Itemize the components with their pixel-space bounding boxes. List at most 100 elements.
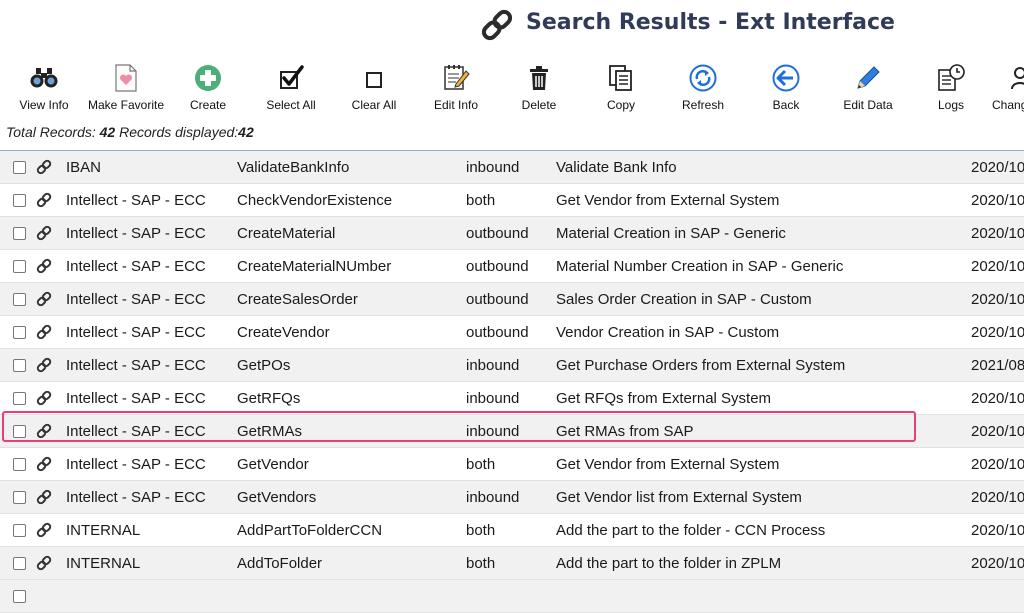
link-icon[interactable] (35, 257, 53, 275)
cell-date: 2021/08 (971, 357, 1024, 374)
cell-date: 2020/10 (971, 192, 1024, 209)
table-row[interactable]: Intellect - SAP - ECC CheckVendorExistenc… (0, 184, 1024, 217)
checked-box-icon (280, 65, 304, 89)
page-title: Search Results - Ext Interface (526, 10, 895, 35)
logs-button[interactable]: Logs (909, 58, 993, 116)
cell-date: 2020/10 (971, 390, 1024, 407)
link-icon[interactable] (35, 224, 53, 242)
cell-name[interactable]: CreateVendor (237, 324, 330, 341)
row-checkbox[interactable] (13, 557, 26, 570)
pencil-icon (857, 66, 880, 89)
table-row[interactable]: Intellect - SAP - ECC GetVendors inbound Ge… (0, 481, 1024, 514)
row-checkbox[interactable] (13, 392, 26, 405)
cell-system: IBAN (66, 159, 102, 176)
cell-direction: both (466, 456, 496, 473)
cell-direction: inbound (466, 390, 520, 407)
cell-name[interactable]: CreateMaterialNUmber (237, 258, 391, 275)
select-all-button[interactable]: Select All (249, 58, 333, 116)
link-icon[interactable] (35, 356, 53, 374)
row-checkbox[interactable] (13, 194, 26, 207)
cell-direction: inbound (466, 489, 520, 506)
link-icon[interactable] (35, 191, 53, 209)
row-checkbox[interactable] (13, 326, 26, 339)
link-icon[interactable] (35, 422, 53, 440)
cell-system: Intellect - SAP - ECC (66, 357, 206, 374)
cell-name[interactable]: GetRFQs (237, 390, 300, 407)
cell-name[interactable]: AddToFolder (237, 555, 322, 572)
cell-description: Add the part to the folder in ZPLM (556, 555, 782, 572)
edit-data-button[interactable]: Edit Data (826, 58, 910, 116)
edit-info-button[interactable]: Edit Info (414, 58, 498, 116)
binoculars-icon (30, 68, 58, 88)
cell-date: 2020/10 (971, 291, 1024, 308)
row-checkbox[interactable] (13, 293, 26, 306)
cell-date: 2020/10 (971, 324, 1024, 341)
cell-name[interactable]: CreateMaterial (237, 225, 335, 242)
link-icon[interactable] (35, 521, 53, 539)
table-row[interactable]: Intellect - SAP - ECC GetVendor both Get Ve… (0, 448, 1024, 481)
table-row[interactable]: Intellect - SAP - ECC CreateVendor outboun… (0, 316, 1024, 349)
cell-direction: inbound (466, 159, 520, 176)
cell-description: Get Vendor from External System (556, 192, 780, 209)
cell-system: Intellect - SAP - ECC (66, 258, 206, 275)
copy-icon (609, 65, 632, 91)
cell-description: Get Vendor from External System (556, 456, 780, 473)
row-checkbox[interactable] (13, 359, 26, 372)
cell-system: Intellect - SAP - ECC (66, 489, 206, 506)
table-row[interactable]: Intellect - SAP - ECC CreateMaterialNUmbe… (0, 250, 1024, 283)
cell-direction: outbound (466, 291, 529, 308)
link-icon[interactable] (35, 323, 53, 341)
cell-description: Material Creation in SAP - Generic (556, 225, 786, 242)
link-icon[interactable] (35, 488, 53, 506)
cell-name[interactable]: CreateSalesOrder (237, 291, 358, 308)
cell-description: Get RMAs from SAP (556, 423, 694, 440)
cell-system: INTERNAL (66, 522, 141, 539)
change-button[interactable]: Chang (984, 58, 1024, 116)
table-row[interactable]: IBAN ValidateBankInfo inbound Validate Bank… (0, 151, 1024, 184)
cell-description: Material Number Creation in SAP - Generi… (556, 258, 844, 275)
cell-system: Intellect - SAP - ECC (66, 225, 206, 242)
table-row[interactable]: Intellect - SAP - ECC CreateMaterial outbo… (0, 217, 1024, 250)
cell-name[interactable]: ValidateBankInfo (237, 159, 349, 176)
row-checkbox[interactable] (13, 524, 26, 537)
link-icon[interactable] (35, 554, 53, 572)
table-row[interactable]: Intellect - SAP - ECC GetRFQs inbound Get R… (0, 382, 1024, 415)
cell-name[interactable]: CheckVendorExistence (237, 192, 392, 209)
cell-description: Get RFQs from External System (556, 390, 772, 407)
table-row[interactable]: INTERNAL AddToFolder both Add the part to t… (0, 547, 1024, 580)
row-checkbox[interactable] (13, 491, 26, 504)
refresh-button[interactable]: Refresh (661, 58, 745, 116)
edit-note-icon (444, 65, 470, 90)
cell-date: 2020/10 (971, 423, 1024, 440)
table-row[interactable]: Intellect - SAP - ECC GetRMAs inbound Get R… (0, 415, 1024, 448)
trash-icon (530, 66, 548, 90)
row-checkbox[interactable] (13, 590, 26, 603)
row-checkbox[interactable] (13, 227, 26, 240)
cell-direction: inbound (466, 357, 520, 374)
link-icon[interactable] (35, 455, 53, 473)
row-checkbox[interactable] (13, 458, 26, 471)
cell-system: Intellect - SAP - ECC (66, 456, 206, 473)
link-icon[interactable] (35, 158, 53, 176)
cell-system: Intellect - SAP - ECC (66, 324, 206, 341)
cell-name[interactable]: GetPOs (237, 357, 290, 374)
cell-direction: inbound (466, 423, 520, 440)
table-row[interactable]: INTERNAL AddPartToFolderCCN both Add the pa… (0, 514, 1024, 547)
create-button[interactable]: Create (166, 58, 250, 116)
table-row[interactable]: Intellect - SAP - ECC CreateSalesOrder out… (0, 283, 1024, 316)
link-icon[interactable] (35, 290, 53, 308)
cell-system: Intellect - SAP - ECC (66, 423, 206, 440)
row-checkbox[interactable] (13, 260, 26, 273)
row-checkbox[interactable] (13, 161, 26, 174)
table-row[interactable]: Intellect - SAP - ECC GetPOs inbound Get Pu… (0, 349, 1024, 382)
cell-name[interactable]: GetRMAs (237, 423, 302, 440)
logs-clock-icon (938, 64, 965, 91)
row-checkbox[interactable] (13, 425, 26, 438)
table-row[interactable] (0, 580, 1024, 613)
link-icon[interactable] (35, 389, 53, 407)
cell-name[interactable]: AddPartToFolderCCN (237, 522, 382, 539)
results-table: IBAN ValidateBankInfo inbound Validate Bank… (0, 150, 1024, 613)
cell-name[interactable]: GetVendor (237, 456, 309, 473)
cell-system: INTERNAL (66, 555, 141, 572)
cell-name[interactable]: GetVendors (237, 489, 316, 506)
